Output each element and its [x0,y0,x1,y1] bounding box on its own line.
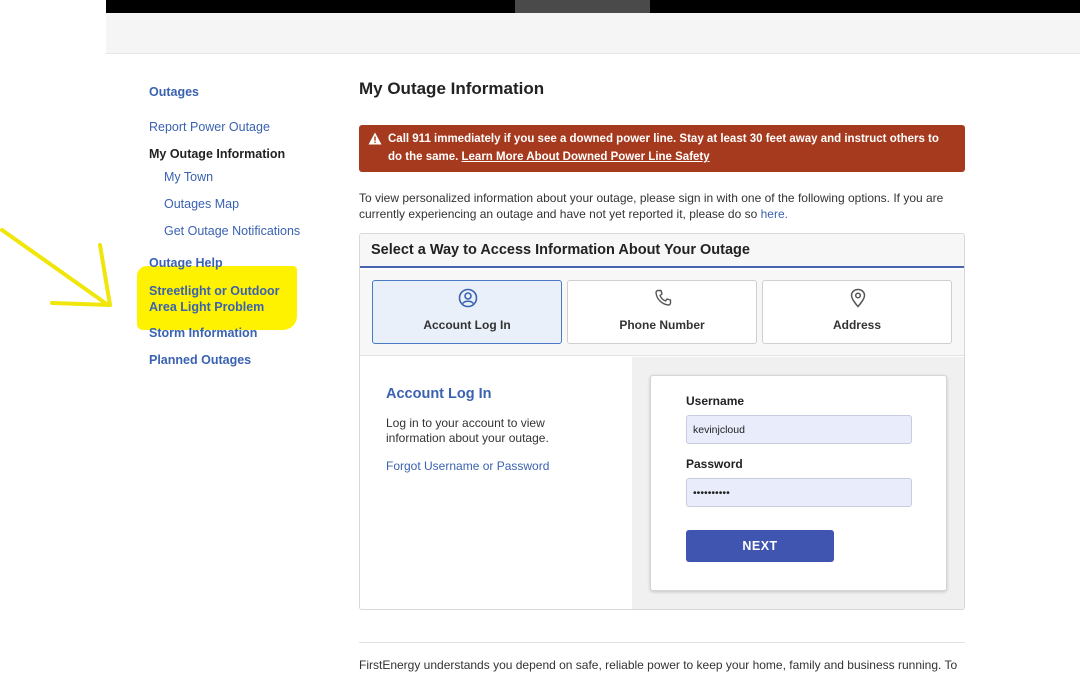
access-options: Account Log In Phone Number Address [360,270,964,356]
intro-body: To view personalized information about y… [359,191,944,221]
map-pin-icon [850,288,866,308]
option-label: Address [832,318,882,332]
username-label: Username [686,394,745,408]
user-circle-icon [458,288,478,308]
sidebar-item-streetlight-problem[interactable]: Streetlight or Outdoor Area Light Proble… [149,283,299,315]
sidebar-item-storm-information[interactable]: Storm Information [149,326,257,340]
sidebar-item-outage-help[interactable]: Outage Help [149,256,223,270]
option-address[interactable]: Address [762,280,952,344]
footer-intro-text: FirstEnergy understands you depend on sa… [359,658,958,672]
sidebar-item-my-town[interactable]: My Town [164,170,213,184]
password-label: Password [686,457,743,471]
option-label: Account Log In [423,318,511,332]
phone-icon [655,289,672,306]
intro-text: To view personalized information about y… [359,190,959,222]
sidebar-item-outages[interactable]: Outages [149,85,199,99]
forgot-username-password-link[interactable]: Forgot Username or Password [386,459,549,473]
username-field[interactable] [686,415,912,444]
warning-icon [368,132,382,145]
login-form-area: Username Password NEXT [632,357,964,609]
password-field[interactable] [686,478,912,507]
option-label: Phone Number [619,318,705,332]
top-nav-bar [106,0,1080,13]
login-form: Username Password NEXT [650,375,947,591]
option-account-log-in[interactable]: Account Log In [372,280,562,344]
page-title: My Outage Information [359,79,545,98]
downed-line-safety-link[interactable]: Learn More About Downed Power Line Safet… [462,151,710,163]
top-nav-active-tab[interactable] [515,0,650,13]
content-divider [359,642,965,643]
access-panel: Select a Way to Access Information About… [359,233,965,610]
account-login-info: Account Log In Log in to your account to… [360,357,632,609]
next-button[interactable]: NEXT [686,530,834,562]
report-here-link[interactable]: here. [761,207,788,221]
sidebar-item-get-outage-notifications[interactable]: Get Outage Notifications [164,224,300,238]
option-phone-number[interactable]: Phone Number [567,280,757,344]
sidebar-item-planned-outages[interactable]: Planned Outages [149,353,251,367]
sub-header-bar [106,13,1080,54]
account-login-description: Log in to your account to view informati… [386,416,549,445]
account-login-title: Account Log In [386,386,492,402]
downed-line-alert: Call 911 immediately if you see a downed… [359,125,965,172]
sidebar-item-outages-map[interactable]: Outages Map [164,197,239,211]
annotation-arrow-icon [0,228,112,307]
sidebar-item-my-outage-information[interactable]: My Outage Information [149,147,285,161]
access-panel-heading: Select a Way to Access Information About… [360,234,964,268]
sidebar-item-report-power-outage[interactable]: Report Power Outage [149,120,270,134]
